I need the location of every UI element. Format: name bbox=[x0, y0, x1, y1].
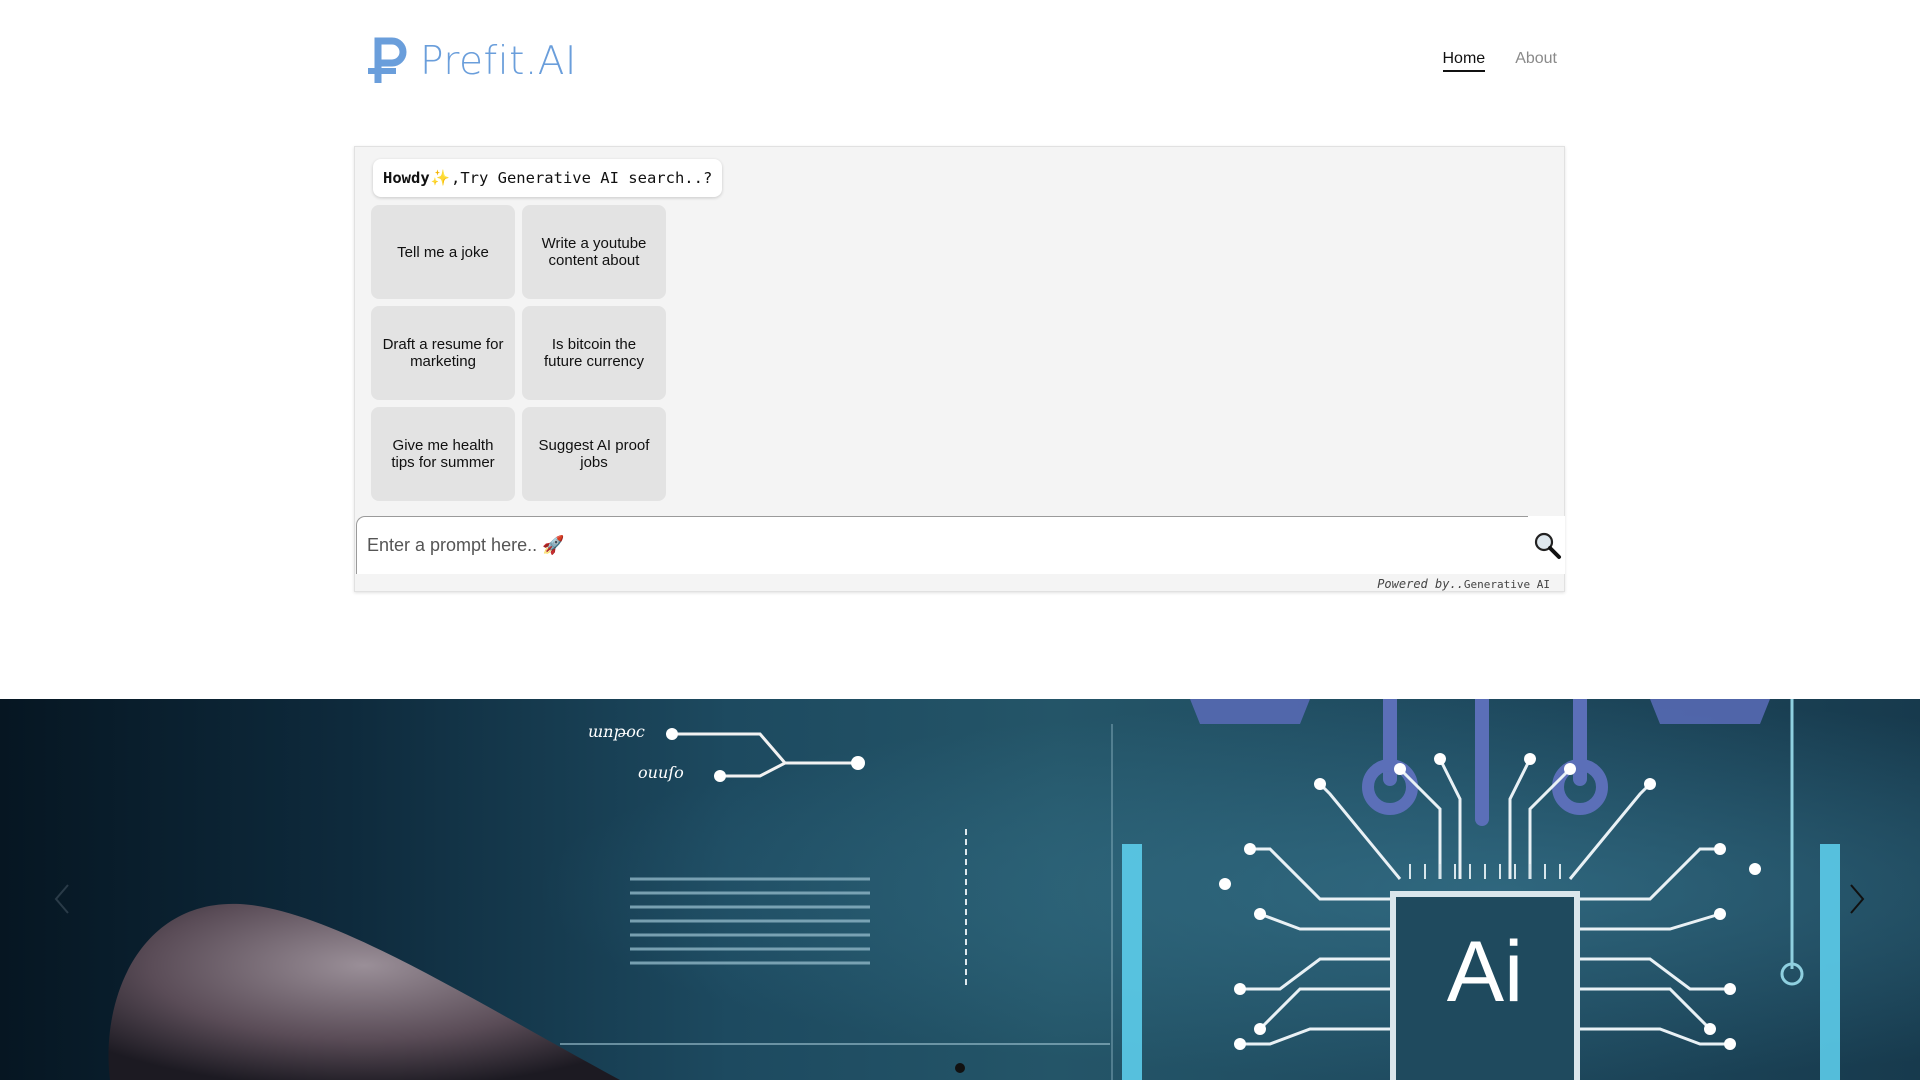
search-button[interactable] bbox=[1528, 516, 1565, 574]
main-nav: Home About bbox=[1442, 50, 1557, 72]
greeting-bold: Howdy bbox=[383, 169, 430, 187]
suggestion-chip[interactable]: Draft a resume for marketing bbox=[371, 306, 515, 400]
ai-chip-hero-image: աոթoc ouuſo Ai bbox=[0, 699, 1920, 1080]
chevron-left-icon bbox=[54, 884, 69, 914]
suggestion-chip[interactable]: Tell me a joke bbox=[371, 205, 515, 299]
nav-home-link[interactable]: Home bbox=[1442, 50, 1486, 72]
suggestion-chip[interactable]: Suggest AI proof jobs bbox=[522, 407, 666, 501]
powered-by: Powered by..Generative AI bbox=[1377, 577, 1550, 591]
magnifier-icon bbox=[1534, 532, 1561, 559]
suggestion-chip[interactable]: Give me health tips for summer bbox=[371, 407, 515, 501]
greeting-text: ,Try Generative AI search..? bbox=[450, 169, 713, 187]
prompt-input[interactable] bbox=[356, 516, 1528, 574]
hero-chip-label: Ai bbox=[1447, 924, 1523, 1020]
suggestion-chip[interactable]: Is bitcoin the future currency bbox=[522, 306, 666, 400]
powered-by-label: Powered by.. bbox=[1377, 577, 1464, 591]
carousel-next-button[interactable] bbox=[1845, 879, 1869, 919]
sparkle-icon: ✨ bbox=[430, 169, 450, 187]
circuit-label: ouuſo bbox=[638, 763, 684, 782]
greeting-bubble: Howdy ✨ ,Try Generative AI search..? bbox=[373, 159, 723, 197]
brand-name: Prefit.AI bbox=[420, 38, 577, 84]
circuit-label: աոթoc bbox=[588, 722, 645, 741]
nav-about-link[interactable]: About bbox=[1515, 50, 1557, 72]
suggestion-chip[interactable]: Write a youtube content about bbox=[522, 205, 666, 299]
hero-carousel: աոթoc ouuſo Ai bbox=[0, 699, 1920, 1080]
prompt-row bbox=[356, 516, 1565, 574]
chevron-right-icon bbox=[1850, 884, 1865, 914]
powered-by-name: Generative AI bbox=[1463, 578, 1550, 591]
carousel-indicator-dot[interactable] bbox=[955, 1063, 965, 1073]
brand-logo[interactable]: Prefit.AI bbox=[366, 36, 577, 86]
ruble-logo-icon bbox=[368, 37, 407, 83]
chat-panel: Howdy ✨ ,Try Generative AI search..? Tel… bbox=[354, 146, 1565, 592]
suggestion-grid: Tell me a joke Write a youtube content a… bbox=[371, 205, 666, 501]
carousel-prev-button[interactable] bbox=[50, 879, 74, 919]
